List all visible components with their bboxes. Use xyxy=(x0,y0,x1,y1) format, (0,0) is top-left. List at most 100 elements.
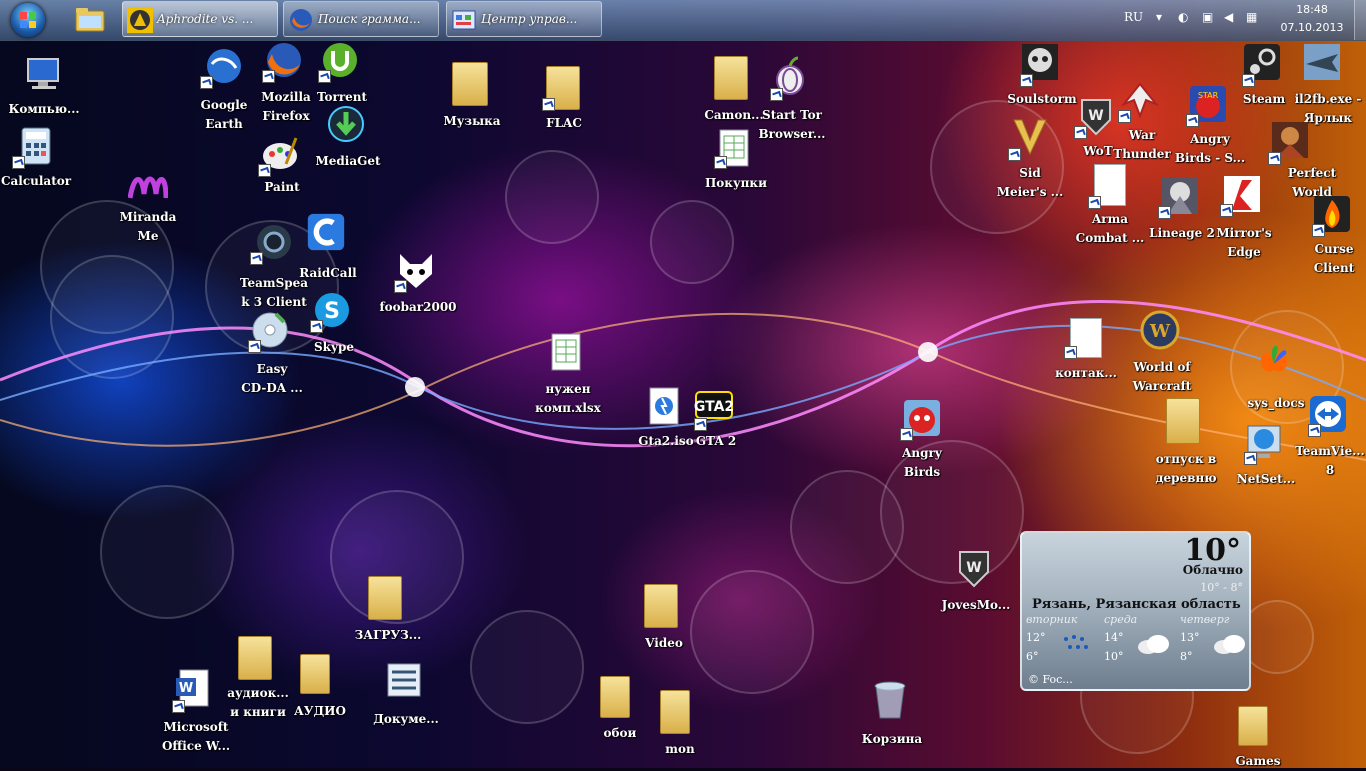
shortcut-arrow-icon xyxy=(318,70,331,83)
icon-label: Компью... xyxy=(8,102,80,116)
start-button[interactable] xyxy=(2,0,54,40)
icon-label: Miranda Me xyxy=(119,210,177,243)
icon-label: TeamVie... 8 xyxy=(1295,444,1365,477)
icon-label: Корзина xyxy=(861,732,923,746)
il2-plane-icon xyxy=(1304,44,1340,80)
folder-icon xyxy=(1238,706,1268,746)
tray-app-icon[interactable]: ◐ xyxy=(1178,10,1188,24)
aimp-icon xyxy=(127,7,153,33)
wot-icon: W xyxy=(959,551,989,588)
task-label: Поиск грамма... xyxy=(318,12,421,26)
svg-text:S: S xyxy=(324,299,340,324)
folder-icon xyxy=(714,56,748,100)
task-aphrodite[interactable]: Aphrodite vs. ... xyxy=(122,1,278,37)
icon-label: Easy CD-DA ... xyxy=(241,362,303,395)
shortcut-arrow-icon xyxy=(394,280,407,293)
folder-icon xyxy=(75,8,105,32)
shortcut-arrow-icon xyxy=(1118,110,1131,123)
icon-label: ЗАГРУЗ... xyxy=(354,628,422,642)
windows-orb-icon xyxy=(11,3,45,37)
svg-text:W: W xyxy=(966,560,981,576)
weather-temp-range: 10° - 8° xyxy=(1200,581,1243,594)
weather-source-link[interactable]: © Foc... xyxy=(1028,673,1073,686)
forecast-day-name: вторник xyxy=(1026,613,1078,626)
icon-label: Angry Birds - S... xyxy=(1174,132,1246,165)
shortcut-arrow-icon xyxy=(200,76,213,89)
folder-icon xyxy=(300,654,330,694)
shortcut-arrow-icon xyxy=(1020,74,1033,87)
forecast-high: 12° xyxy=(1026,631,1046,644)
taskbar: Aphrodite vs. ... Поиск грамма... Центр … xyxy=(0,0,1366,41)
icon-label: World of Warcraft xyxy=(1132,360,1192,393)
icon-label: Skype xyxy=(314,340,354,354)
svg-text:W: W xyxy=(179,681,193,696)
shortcut-arrow-icon xyxy=(1074,126,1087,139)
language-indicator[interactable]: RU xyxy=(1124,10,1143,24)
computer-icon xyxy=(27,58,59,89)
shortcut-arrow-icon xyxy=(1244,452,1257,465)
shortcut-arrow-icon xyxy=(1088,196,1101,209)
tray-expand-icon[interactable]: ▾ xyxy=(1156,10,1162,24)
icon-label: Games xyxy=(1235,754,1281,768)
svg-text:STAR: STAR xyxy=(1198,91,1219,100)
task-label: Aphrodite vs. ... xyxy=(157,12,254,26)
icon-label: foobar2000 xyxy=(379,300,457,314)
network-icon[interactable]: ▣ xyxy=(1202,10,1213,24)
shortcut-arrow-icon xyxy=(542,98,555,111)
shortcut-arrow-icon xyxy=(1220,204,1233,217)
shortcut-arrow-icon xyxy=(1242,74,1255,87)
folder-icon xyxy=(1166,398,1200,444)
shortcut-arrow-icon xyxy=(1186,114,1199,127)
control-panel-icon xyxy=(452,10,476,30)
forecast-high: 13° xyxy=(1180,631,1200,644)
icon-label: Angry Birds xyxy=(902,446,942,479)
icon-label: Microsoft Office W... xyxy=(161,720,231,753)
weather-gadget[interactable]: 10° Облачно 10° - 8° Рязань, Рязанская о… xyxy=(1020,531,1251,691)
shortcut-arrow-icon xyxy=(12,156,25,169)
explorer-pinned-button[interactable] xyxy=(66,2,114,38)
shortcut-arrow-icon xyxy=(1008,148,1021,161)
icon-label: Музыка xyxy=(443,114,501,128)
raidcall-icon xyxy=(307,213,345,251)
svg-text:W: W xyxy=(1149,321,1171,342)
shortcut-arrow-icon xyxy=(172,700,185,713)
miranda-icon xyxy=(128,176,168,199)
shortcut-arrow-icon xyxy=(262,70,275,83)
disc-image-icon xyxy=(649,387,679,425)
wow-icon: W xyxy=(1140,310,1180,350)
shortcut-arrow-icon xyxy=(250,252,263,265)
documents-library-icon xyxy=(387,663,421,697)
forecast-day: четверг 13° 8° xyxy=(1176,613,1249,673)
icon-label: JovesMo... xyxy=(941,598,1011,612)
icon-label: FLAC xyxy=(546,116,582,130)
task-firefox[interactable]: Поиск грамма... xyxy=(283,1,439,37)
icon-label: Покупки xyxy=(704,176,768,190)
task-label: Центр управ... xyxy=(481,12,578,26)
forecast-low: 10° xyxy=(1104,650,1124,663)
cloud-icon xyxy=(1214,635,1245,654)
task-control-panel[interactable]: Центр управ... xyxy=(446,1,602,37)
cloud-icon xyxy=(1138,635,1169,654)
shortcut-arrow-icon xyxy=(1312,224,1325,237)
firefox-icon xyxy=(290,9,312,31)
forecast-low: 6° xyxy=(1026,650,1039,663)
icon-label: Start Tor Browser... xyxy=(758,108,826,141)
icon-label: Video xyxy=(645,636,683,650)
svg-text:GTA2: GTA2 xyxy=(694,399,734,415)
shortcut-arrow-icon xyxy=(310,320,323,333)
clock-time[interactable]: 18:48 xyxy=(1282,3,1342,16)
folder-icon xyxy=(644,584,678,628)
shortcut-arrow-icon xyxy=(258,164,271,177)
volume-icon[interactable]: ◀ xyxy=(1224,10,1233,24)
forecast-day-name: среда xyxy=(1104,613,1138,626)
icon-label: АУДИО xyxy=(294,704,346,718)
icon-label: RaidCall xyxy=(299,266,357,280)
recycle-bin-icon xyxy=(874,681,906,719)
shortcut-arrow-icon xyxy=(694,418,707,431)
tray-monitor-icon[interactable]: ▦ xyxy=(1246,10,1257,24)
clock-date[interactable]: 07.10.2013 xyxy=(1276,21,1348,34)
show-desktop-button[interactable] xyxy=(1354,0,1366,40)
icon-label: Paint xyxy=(264,180,300,194)
shortcut-arrow-icon xyxy=(1064,346,1077,359)
icon-label: mon xyxy=(665,742,695,756)
